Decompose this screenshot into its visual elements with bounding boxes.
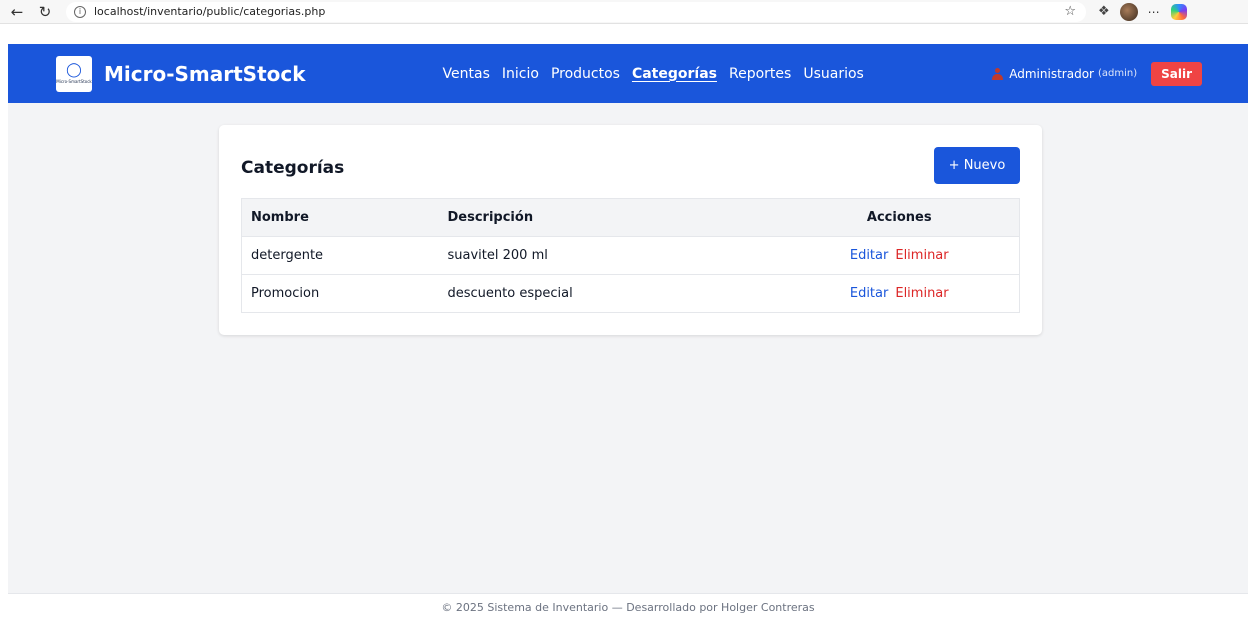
column-header-nombre: Nombre — [241, 198, 439, 237]
app-navbar: ◯ Micro-SmartStock Micro-SmartStock Vent… — [8, 44, 1248, 103]
delete-link[interactable]: Eliminar — [895, 286, 948, 301]
footer-text: © 2025 Sistema de Inventario — Desarroll… — [441, 601, 815, 614]
user-area: Administrador (admin) Salir — [992, 61, 1202, 86]
back-arrow-icon[interactable]: ← — [6, 1, 28, 23]
cell-acciones: Editar Eliminar — [779, 274, 1020, 313]
brand-name: Micro-SmartStock — [104, 61, 306, 86]
nav-item-usuarios[interactable]: Usuarios — [802, 66, 865, 82]
table-row: Promocion descuento especial Editar Elimi… — [241, 274, 1020, 313]
user-role: (admin) — [1097, 68, 1138, 79]
cell-nombre: detergente — [241, 236, 439, 275]
logo-caption: Micro-SmartStock — [56, 79, 92, 84]
cell-descripcion: descuento especial — [438, 274, 780, 313]
categories-table: Nombre Descripción Acciones detergente s… — [241, 198, 1020, 313]
browser-toolbar: ← ↻ i localhost/inventario/public/catego… — [0, 0, 1248, 24]
column-header-acciones: Acciones — [779, 198, 1020, 237]
logout-button[interactable]: Salir — [1151, 61, 1202, 86]
edit-link[interactable]: Editar — [850, 248, 889, 263]
profile-avatar[interactable] — [1119, 2, 1138, 21]
main-content: Categorías + Nuevo Nombre Descripción Ac… — [8, 103, 1248, 593]
site-info-icon[interactable]: i — [74, 5, 86, 18]
nav-item-ventas[interactable]: Ventas — [442, 66, 491, 82]
cell-nombre: Promocion — [241, 274, 439, 313]
table-row: detergente suavitel 200 ml Editar Elimina… — [241, 236, 1020, 275]
refresh-icon[interactable]: ↻ — [34, 1, 56, 23]
delete-link[interactable]: Eliminar — [895, 248, 948, 263]
extensions-icon[interactable]: ❖ — [1098, 4, 1110, 19]
favorite-star-icon[interactable]: ☆ — [1064, 4, 1076, 19]
user-icon — [992, 67, 1004, 80]
nav-item-categorias[interactable]: Categorías — [631, 66, 718, 82]
window-edge — [0, 24, 8, 621]
page-footer: © 2025 Sistema de Inventario — Desarroll… — [8, 593, 1248, 621]
table-header-row: Nombre Descripción Acciones — [241, 198, 1020, 237]
cell-descripcion: suavitel 200 ml — [438, 236, 780, 275]
logo: ◯ Micro-SmartStock — [56, 55, 92, 92]
user-name: Administrador — [1009, 66, 1094, 81]
cube-icon: ◯ — [66, 62, 82, 78]
column-header-descripcion: Descripción — [438, 198, 780, 237]
edit-link[interactable]: Editar — [850, 286, 889, 301]
brand[interactable]: ◯ Micro-SmartStock Micro-SmartStock — [56, 55, 306, 92]
nav-item-productos[interactable]: Productos — [550, 66, 621, 82]
nav-item-inicio[interactable]: Inicio — [501, 66, 540, 82]
more-menu-icon[interactable]: ⋯ — [1148, 5, 1161, 19]
copilot-icon[interactable] — [1170, 3, 1187, 20]
page-title: Categorías — [241, 158, 345, 178]
nav-item-reportes[interactable]: Reportes — [728, 66, 792, 82]
categories-card: Categorías + Nuevo Nombre Descripción Ac… — [219, 125, 1042, 335]
new-category-button[interactable]: + Nuevo — [934, 147, 1020, 184]
url-text: localhost/inventario/public/categorias.p… — [94, 5, 326, 18]
main-menu: Ventas Inicio Productos Categorías Repor… — [442, 66, 865, 82]
address-bar[interactable]: i localhost/inventario/public/categorias… — [66, 1, 1086, 22]
cell-acciones: Editar Eliminar — [779, 236, 1020, 275]
